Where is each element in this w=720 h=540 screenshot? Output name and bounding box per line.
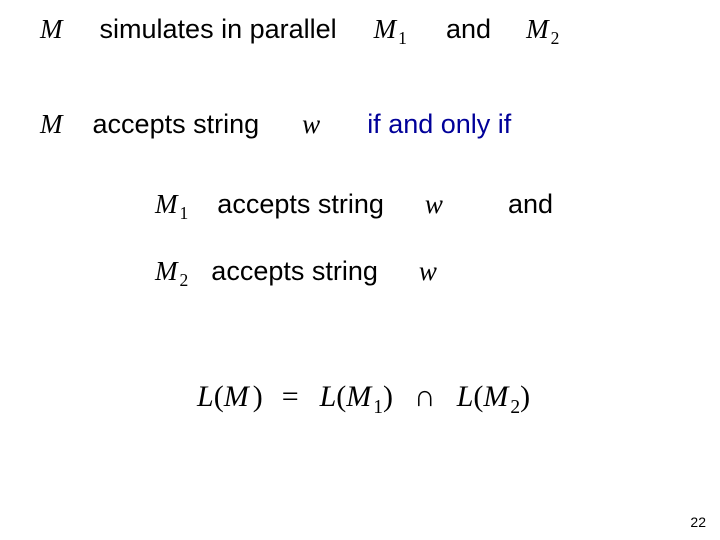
line-1: M simulates in parallel M1 and M2 bbox=[40, 14, 559, 49]
eq-open3: ( bbox=[473, 380, 483, 413]
eq-open2: ( bbox=[336, 380, 346, 413]
symbol-M-b: M bbox=[40, 109, 63, 139]
line-4: M2 accepts string w bbox=[155, 256, 437, 291]
text-accepts-1: accepts string bbox=[93, 109, 260, 139]
text-accepts-3: accepts string bbox=[211, 256, 378, 286]
text-and-1: and bbox=[446, 14, 491, 44]
text-simulates: simulates in parallel bbox=[100, 14, 337, 44]
eq-cap: ∩ bbox=[414, 380, 436, 413]
eq-M2: M bbox=[483, 380, 508, 413]
symbol-M1: M1 bbox=[374, 14, 407, 44]
symbol-w-2: w bbox=[425, 189, 443, 219]
eq-M1: M bbox=[346, 380, 371, 413]
slide: M simulates in parallel M1 and M2 M acce… bbox=[0, 0, 720, 540]
eq-L2: L bbox=[320, 380, 337, 413]
symbol-w-3: w bbox=[419, 256, 437, 286]
symbol-M2: M2 bbox=[526, 14, 559, 44]
line-3: M1 accepts string w and bbox=[155, 189, 553, 224]
page-number: 22 bbox=[690, 514, 706, 530]
equation: L(M) = L(M1) ∩ L(M2) bbox=[197, 380, 530, 419]
text-accepts-2: accepts string bbox=[217, 189, 384, 219]
text-and-2: and bbox=[508, 189, 553, 219]
eq-L1: L bbox=[197, 380, 214, 413]
eq-open1: ( bbox=[214, 380, 224, 413]
eq-close2: ) bbox=[383, 380, 393, 413]
symbol-M1-b: M1 bbox=[155, 189, 188, 219]
eq-close1: ) bbox=[253, 380, 263, 413]
eq-L3: L bbox=[457, 380, 474, 413]
symbol-w-1: w bbox=[302, 109, 320, 139]
symbol-M: M bbox=[40, 14, 63, 44]
symbol-M2-b: M2 bbox=[155, 256, 188, 286]
eq-M: M bbox=[224, 380, 249, 413]
eq-close3: ) bbox=[520, 380, 530, 413]
line-2: M accepts string w if and only if bbox=[40, 109, 511, 140]
text-iff: if and only if bbox=[367, 109, 511, 139]
eq-equals: = bbox=[282, 380, 299, 413]
